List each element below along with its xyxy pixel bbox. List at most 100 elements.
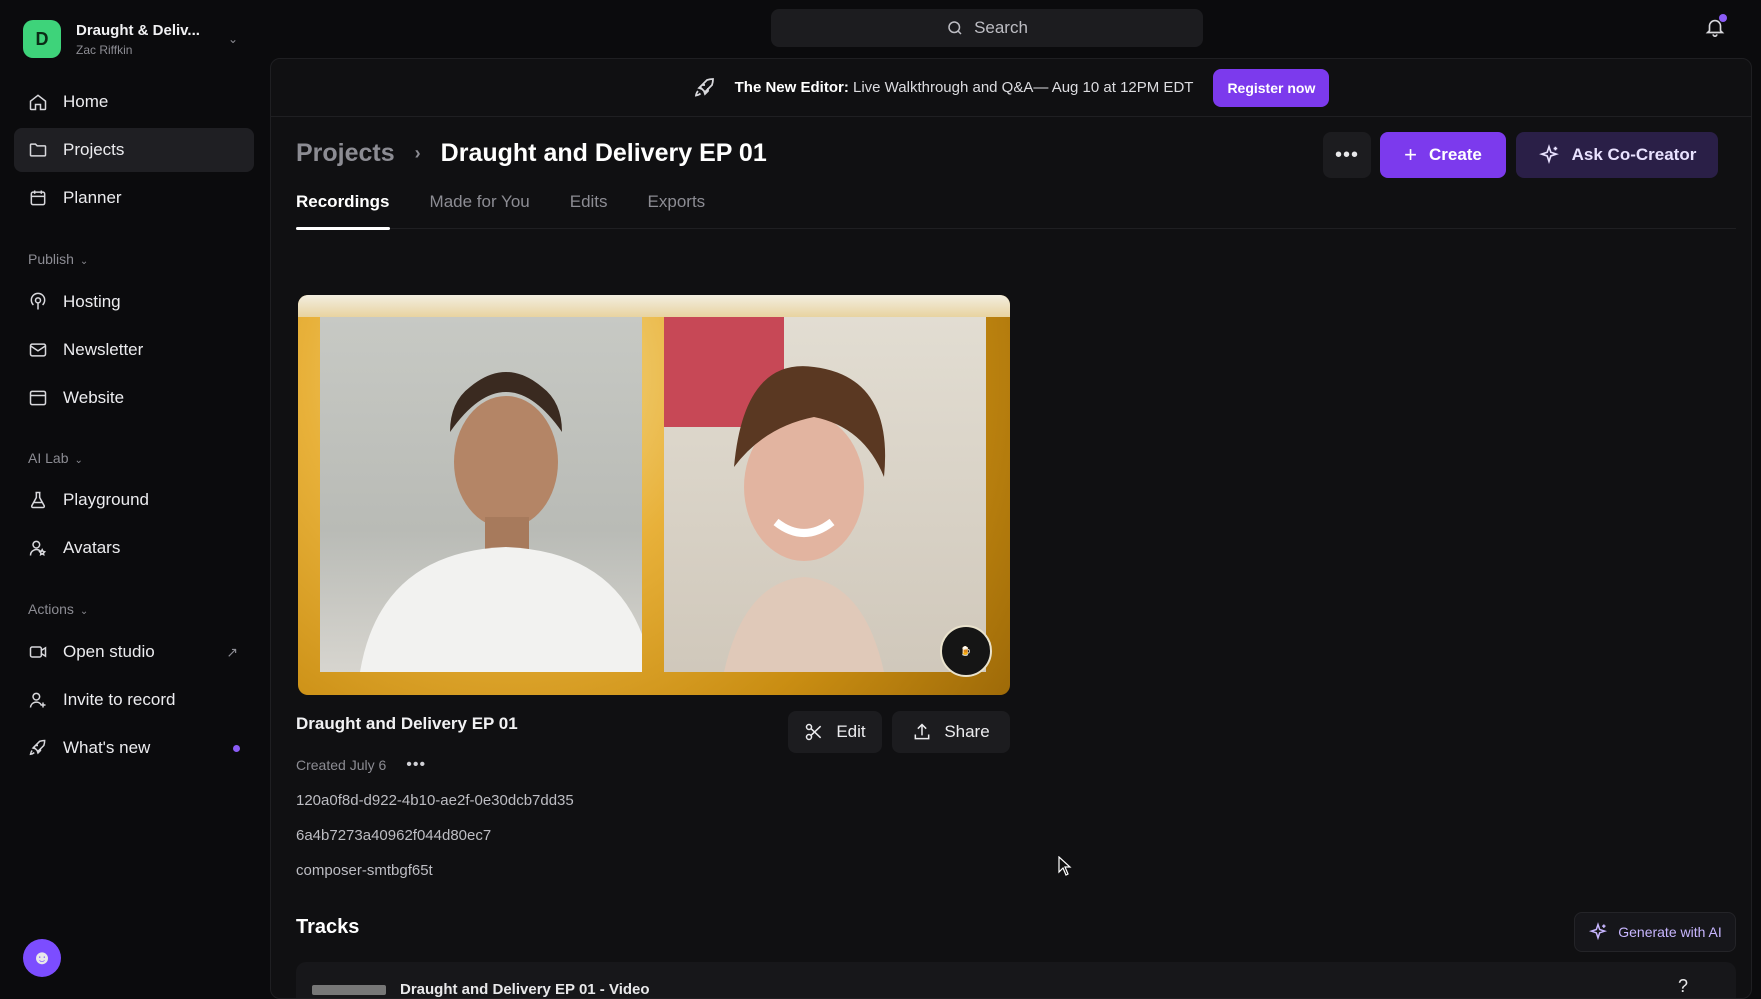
plus-icon: + [1404, 142, 1417, 167]
sidebar-item-website[interactable]: Website [14, 376, 254, 420]
ask-cocreator-button[interactable]: Ask Co-Creator [1516, 132, 1718, 178]
sidebar-item-avatars[interactable]: Avatars [14, 526, 254, 570]
workspace-name: Draught & Deliv... [76, 21, 200, 39]
notification-dot [1719, 14, 1727, 22]
sidebar-item-planner[interactable]: Planner [14, 176, 254, 220]
new-indicator-dot [233, 744, 240, 752]
sidebar-item-label: Invite to record [63, 690, 176, 709]
recording-id: 120a0f8d-d922-4b10-ae2f-0e30dcb7dd35 [296, 792, 574, 809]
tracks-heading: Tracks [296, 916, 360, 938]
rocket-icon [29, 739, 46, 756]
podcast-icon [30, 292, 46, 310]
sparkle-icon [1589, 922, 1608, 941]
share-button[interactable]: Share [892, 711, 1010, 753]
composer-id: composer-smtbgf65t [296, 862, 433, 879]
tab-exports[interactable]: Exports [648, 189, 706, 229]
recording-hash: 6a4b7273a40962f044d80ec7 [296, 827, 492, 844]
track-thumbnail [312, 985, 386, 995]
sidebar-item-home[interactable]: Home [14, 80, 254, 124]
recording-thumbnail[interactable]: 🍺 [298, 295, 1010, 695]
sidebar-item-label: Playground [63, 490, 150, 509]
breadcrumb-projects-link[interactable]: Projects [296, 139, 395, 168]
cocreator-label: Ask Co-Creator [1571, 145, 1697, 164]
browser-icon [29, 390, 47, 406]
create-button[interactable]: + Create [1380, 132, 1506, 178]
announcement-banner: The New Editor: Live Walkthrough and Q&A… [271, 59, 1751, 117]
register-now-button[interactable]: Register now [1213, 68, 1330, 107]
sidebar-item-label: Avatars [63, 538, 121, 557]
tab-edits[interactable]: Edits [570, 189, 608, 229]
section-label-text: Publish [28, 251, 74, 267]
search-input[interactable]: Search [771, 9, 1203, 47]
sidebar-item-label: Planner [63, 188, 122, 207]
video-frame-guest [664, 317, 986, 672]
sidebar-item-label: Open studio [63, 642, 155, 661]
banner-bold: The New Editor: [734, 79, 849, 96]
sidebar-item-invite[interactable]: Invite to record [14, 678, 254, 722]
recording-created: Created July 6 ••• [296, 756, 426, 774]
page-title: Draught and Delivery EP 01 [440, 139, 767, 167]
chevron-down-icon: ⌄ [79, 256, 89, 267]
show-logo-badge: 🍺 [940, 625, 992, 677]
track-row[interactable]: Draught and Delivery EP 01 - Video ? [296, 962, 1736, 998]
upload-icon [914, 723, 930, 740]
video-frame-host [320, 317, 642, 672]
share-label: Share [944, 722, 990, 741]
sidebar-item-projects[interactable]: Projects [14, 128, 254, 172]
folder-icon [29, 143, 47, 157]
sidebar-item-newsletter[interactable]: Newsletter [14, 328, 254, 372]
workspace-switcher[interactable]: D Draught & Deliv... Zac Riffkin ⌄ [23, 20, 238, 58]
mail-icon [29, 343, 47, 357]
flask-icon [30, 491, 46, 509]
generate-with-ai-button[interactable]: Generate with AI [1574, 912, 1736, 952]
tab-recordings[interactable]: Recordings [296, 189, 390, 230]
edit-button[interactable]: Edit [788, 711, 882, 753]
scissors-icon [806, 723, 822, 741]
avatar-icon [29, 540, 47, 557]
sidebar-item-playground[interactable]: Playground [14, 478, 254, 522]
tab-bar: Recordings Made for You Edits Exports [296, 189, 1736, 230]
chevron-down-icon: ⌄ [74, 455, 83, 466]
sidebar: D Draught & Deliv... Zac Riffkin ⌄ Home … [0, 0, 268, 999]
recording-more-button[interactable]: ••• [406, 756, 426, 774]
user-avatar[interactable]: ☻ [23, 939, 61, 977]
video-icon [29, 646, 47, 658]
rocket-icon [694, 77, 714, 97]
breadcrumb: Projects › Draught and Delivery EP 01 [296, 139, 767, 168]
chevron-down-icon: ⌄ [79, 606, 89, 617]
created-date: Created July 6 [296, 757, 387, 773]
person-silhouette-female [724, 366, 886, 672]
sidebar-item-open-studio[interactable]: Open studio ↗ [14, 630, 254, 674]
workspace-avatar: D [23, 20, 61, 58]
chevron-down-icon: ⌄ [227, 32, 238, 46]
more-options-button[interactable]: ••• [1323, 132, 1371, 178]
create-label: Create [1428, 145, 1482, 164]
sidebar-item-label: What's new [63, 738, 151, 757]
calendar-icon [30, 190, 46, 206]
section-label-text: AI Lab [28, 450, 69, 466]
external-link-icon: ↗ [226, 643, 238, 660]
sidebar-item-label: Hosting [63, 292, 121, 311]
banner-text: Live Walkthrough and Q&A— Aug 10 at 12PM… [852, 79, 1194, 96]
help-icon[interactable]: ? [1678, 976, 1688, 997]
tab-made-for-you[interactable]: Made for You [430, 189, 530, 229]
sidebar-item-whats-new[interactable]: What's new [14, 726, 254, 770]
sparkle-icon [1538, 144, 1559, 165]
home-icon [29, 94, 47, 111]
section-publish[interactable]: Publish ⌄ [28, 251, 88, 267]
sidebar-item-hosting[interactable]: Hosting [14, 280, 254, 324]
section-actions[interactable]: Actions ⌄ [28, 601, 88, 617]
search-placeholder: Search [974, 18, 1028, 37]
section-ailab[interactable]: AI Lab ⌄ [28, 450, 83, 466]
breadcrumb-separator: › [414, 143, 421, 163]
generate-label: Generate with AI [1618, 924, 1722, 940]
sidebar-item-label: Projects [63, 140, 125, 159]
person-silhouette-male [360, 372, 642, 672]
section-label-text: Actions [28, 601, 74, 617]
main-panel: The New Editor: Live Walkthrough and Q&A… [270, 58, 1752, 999]
sidebar-item-label: Newsletter [63, 340, 144, 359]
beer-foam-decoration [298, 295, 1010, 317]
mouse-cursor-icon [1058, 856, 1072, 876]
sidebar-item-label: Website [63, 388, 125, 407]
search-icon [948, 21, 962, 35]
